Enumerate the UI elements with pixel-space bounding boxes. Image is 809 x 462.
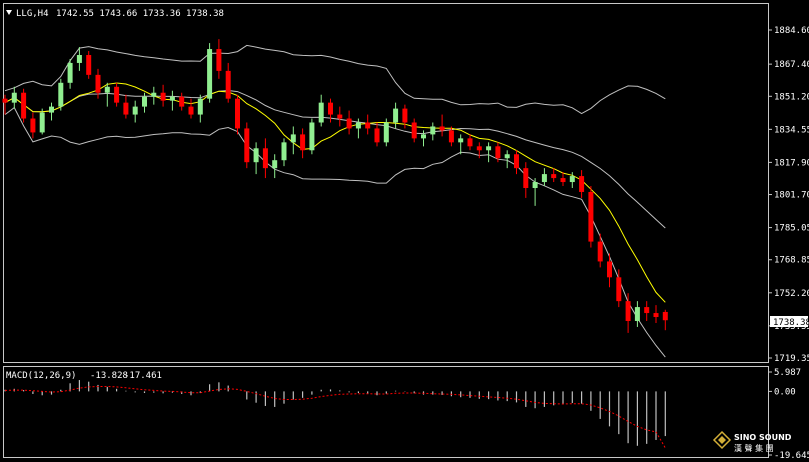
candle-body [160, 92, 166, 101]
logo-subtitle: 漢 聲 集 團 [734, 443, 774, 453]
candle-body [30, 118, 36, 133]
candle-body [393, 108, 399, 123]
candle-body [253, 148, 259, 163]
candle-body [67, 62, 73, 83]
candle-body [383, 122, 389, 143]
candle-body [467, 138, 473, 147]
candle-body [625, 301, 631, 321]
logo-name: SINO SOUND [734, 433, 792, 442]
candle-body [151, 92, 157, 97]
candle-body [532, 182, 538, 188]
candle-body [355, 122, 361, 129]
price-tick-label: 1817.90 [774, 158, 809, 168]
candle-body [523, 168, 529, 188]
chart-background [0, 0, 809, 462]
price-tick-label: 1867.40 [774, 60, 809, 70]
price-tick-label: 1719.35 [774, 354, 809, 364]
macd-tick-label: -19.645 [774, 451, 809, 461]
candle-body [132, 106, 138, 115]
candle-body [300, 134, 306, 151]
candle-body [58, 82, 64, 107]
candle-body [476, 146, 482, 151]
macd-value: -13.828 [90, 371, 128, 381]
trading-chart: 1884.60 1867.40 1851.20 1834.55 1817.90 1801.… [0, 0, 809, 462]
candle-body [216, 49, 222, 71]
candle-body [616, 277, 622, 302]
candle-body [272, 160, 278, 169]
candle-body [411, 122, 417, 139]
candle-body [644, 307, 650, 314]
candle-body [188, 106, 194, 115]
current-price-label: 1738.38 [773, 318, 809, 328]
candle-body [39, 112, 45, 133]
candle-body [346, 118, 352, 129]
candle-body [439, 126, 445, 131]
candle-body [579, 176, 585, 192]
candle-body [504, 154, 510, 159]
price-tick-label: 1801.70 [774, 191, 809, 201]
candle-body [114, 86, 120, 103]
candle-body [328, 102, 333, 115]
price-tick-label: 1834.55 [774, 125, 809, 135]
candle-body [560, 178, 566, 183]
candle-body [197, 98, 203, 115]
candle-body [86, 55, 92, 75]
candle-body [662, 311, 668, 321]
candle-body [21, 92, 27, 119]
candle-body [607, 261, 612, 278]
price-tick-label: 1768.85 [774, 256, 809, 266]
candle-body [169, 96, 175, 101]
macd-label: MACD(12,26,9) [6, 371, 76, 381]
candle-body [142, 96, 147, 107]
macd-signal-value: -17.461 [124, 371, 162, 381]
macd-tick-label: 0.00 [774, 387, 796, 397]
candle-body [495, 146, 501, 159]
macd-tick-label: 5.987 [774, 368, 801, 378]
candle-body [179, 96, 185, 107]
candle-body [2, 98, 8, 103]
candle-body [569, 176, 575, 183]
candle-body [76, 55, 82, 63]
candle-body [337, 114, 343, 119]
candle-body [634, 307, 640, 321]
candle-body [421, 134, 426, 139]
candle-body [486, 146, 492, 151]
candle-body [207, 49, 213, 99]
candle-body [281, 142, 287, 161]
candle-body [123, 102, 129, 115]
candle-body [448, 130, 454, 143]
candle-body [374, 128, 380, 143]
candle-body [430, 126, 436, 135]
candle-body [653, 313, 659, 318]
candle-body [402, 108, 408, 123]
candle-body [290, 134, 296, 143]
ohlc-values: 1742.55 1743.66 1733.36 1738.38 [56, 9, 224, 19]
candle-body [11, 92, 17, 103]
candle-body [262, 148, 268, 169]
candle-body [244, 128, 250, 163]
candle-body [235, 98, 240, 129]
candle-body [541, 174, 547, 183]
candle-body [597, 241, 603, 262]
candle-body [514, 154, 519, 169]
candle-body [95, 74, 101, 93]
candle-body [588, 191, 594, 242]
candle-body [458, 138, 464, 143]
price-tick-label: 1884.60 [774, 26, 809, 36]
symbol-label[interactable]: LLG,H4 [16, 9, 49, 19]
candle-body [551, 174, 557, 179]
candle-body [49, 106, 54, 113]
candle-body [318, 102, 324, 123]
candle-body [225, 70, 231, 99]
current-price-tag: 1738.38 [770, 316, 809, 328]
price-tick-label: 1785.05 [774, 224, 809, 234]
price-tick-label: 1752.20 [774, 289, 809, 299]
price-tick-label: 1851.20 [774, 92, 809, 102]
candle-body [309, 122, 315, 151]
candle-body [104, 86, 110, 93]
candle-body [365, 122, 371, 129]
